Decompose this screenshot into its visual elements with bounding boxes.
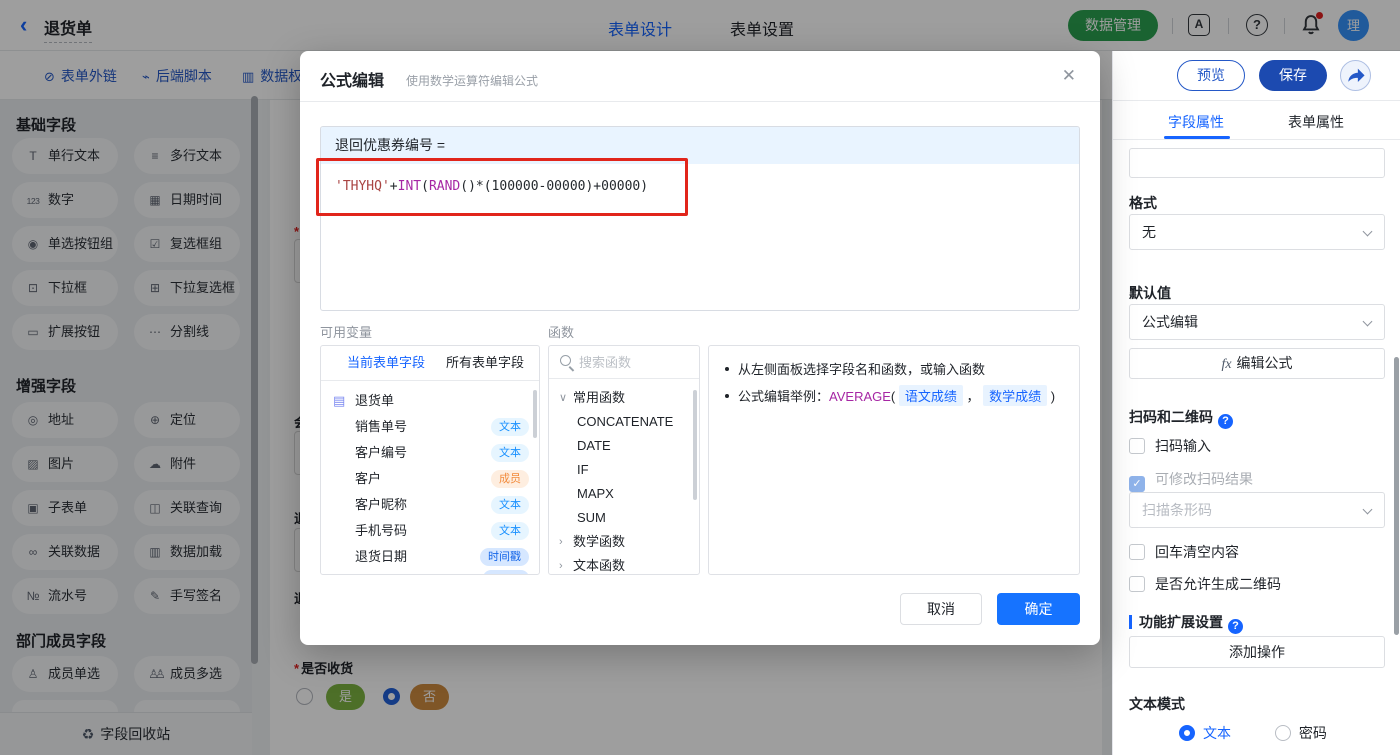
properties-panel: 预览 保存 字段属性 表单属性 格式 无 默认值 公式编辑 fx 编辑公式 扫码和… [1112,51,1400,755]
modal-overlay [0,0,1400,51]
checkbox-editable-scan-result[interactable]: ✓ 可修改扫码结果 [1129,470,1253,492]
chevron-down-icon [1362,316,1373,327]
type-badge: 文本 [491,522,529,540]
variables-label: 可用变量 [320,325,373,340]
search-icon [560,355,571,366]
share-arrow-icon [1348,68,1365,83]
checkbox-scan-input[interactable]: 扫码输入 [1129,437,1211,457]
panel-scrollbar[interactable] [1394,51,1399,755]
type-badge: 时间戳 [480,548,529,566]
confirm-button[interactable]: 确定 [997,593,1080,625]
edit-formula-button[interactable]: fx 编辑公式 [1129,348,1385,379]
function-item[interactable]: CONCATENATE [549,410,699,434]
checkbox[interactable] [1129,438,1145,454]
checkbox-checked[interactable]: ✓ [1129,476,1145,492]
chevron-down-icon [1362,226,1373,237]
function-group-text[interactable]: › 文本函数 [549,554,699,574]
type-badge: 文本 [491,418,529,436]
function-item[interactable]: IF [549,458,699,482]
variable-row[interactable]: 客户编号 文本 [321,440,539,466]
fx-icon: fx [1221,357,1232,372]
radio-password-mode[interactable] [1274,725,1291,741]
type-badge: 文本 [491,444,529,462]
help-panel: 从左侧面板选择字段名和函数，或输入函数 公式编辑举例：AVERAGE( 语文成绩… [708,345,1080,575]
functions-scrollbar-thumb[interactable] [693,390,697,500]
scan-section-title: 扫码和二维码? [1129,407,1233,429]
help-line-1: 从左侧面板选择字段名和函数，或输入函数 [725,359,985,378]
extension-section-title: 功能扩展设置? [1129,612,1243,634]
example-chip: 语文成绩 [898,385,963,406]
modal-subtitle: 使用数学运算符编辑公式 [406,74,539,88]
functions-label: 函数 [548,325,575,340]
example-chip: 数学成绩 [983,385,1048,406]
checkbox[interactable] [1129,544,1145,560]
text-mode-label: 文本模式 [1129,696,1185,712]
function-search [549,346,699,378]
modal-title: 公式编辑 [320,73,385,90]
question-icon[interactable]: ? [1228,619,1243,634]
type-badge: 文本 [491,496,529,514]
tab-current-form-fields[interactable]: 当前表单字段 [347,346,425,380]
variable-row[interactable]: 手机号码 文本 [321,518,539,544]
title-input[interactable] [1129,148,1385,178]
tab-form-properties[interactable]: 表单属性 [1288,112,1344,132]
checkbox[interactable] [1129,576,1145,592]
share-button[interactable] [1340,60,1371,91]
type-badge-clipped [483,570,529,574]
scan-mode-select: 扫描条形码 [1129,492,1385,528]
bullet-icon [725,367,729,371]
function-group-common[interactable]: ∨ 常用函数 [549,386,699,410]
checkbox-enter-clear[interactable]: 回车清空内容 [1129,543,1239,563]
bullet-icon [725,394,729,398]
function-item[interactable]: DATE [549,434,699,458]
variable-row[interactable]: 销售单号 文本 [321,414,539,440]
variable-tree-root[interactable]: ▤ 退货单 [321,388,539,414]
variables-scrollbar-thumb[interactable] [533,390,537,438]
text-mode-radios: 文本 密码 [1179,723,1327,743]
checkbox-allow-qrcode[interactable]: 是否允许生成二维码 [1129,575,1281,595]
variable-row[interactable]: 客户 成员 [321,466,539,492]
formula-expression[interactable]: 'THYHQ'+INT(RAND()*(100000-00000)+00000) [335,179,648,194]
default-value-label: 默认值 [1129,285,1171,301]
close-icon[interactable]: ✕ [1062,66,1076,86]
function-item[interactable]: SUM [549,506,699,530]
chevron-down-icon [1362,504,1373,515]
preview-button[interactable]: 预览 [1177,60,1245,91]
divider [1113,100,1400,101]
save-button[interactable]: 保存 [1259,60,1327,91]
question-icon[interactable]: ? [1218,414,1233,429]
format-label: 格式 [1129,195,1157,211]
divider [549,378,699,379]
divider [1113,139,1400,140]
panel-scrollbar-thumb[interactable] [1394,357,1399,635]
radio-text-mode[interactable] [1179,725,1195,741]
variable-row[interactable]: 客户昵称 文本 [321,492,539,518]
search-input[interactable] [579,350,691,374]
function-group-math[interactable]: › 数学函数 [549,530,699,554]
chevron-right-icon: › [559,536,563,548]
tab-all-form-fields[interactable]: 所有表单字段 [446,346,524,380]
formula-edit-modal: 公式编辑 使用数学运算符编辑公式 ✕ 退回优惠券编号 = 'THYHQ'+INT… [300,51,1100,645]
formula-target-label: 退回优惠券编号 = [321,127,1079,164]
format-select[interactable]: 无 [1129,214,1385,250]
chevron-right-icon: › [559,560,563,572]
help-line-2: 公式编辑举例：AVERAGE( 语文成绩 ， 数学成绩 ) [725,385,1055,406]
file-icon: ▤ [333,393,346,408]
formula-editor: 退回优惠券编号 = 'THYHQ'+INT(RAND()*(100000-000… [320,126,1080,311]
variable-row[interactable]: 退货日期 时间戳 [321,544,539,570]
divider [321,380,539,381]
app-root: ‹ 退货单 表单设计 表单设置 数据管理 A ? 理 ⊘ 表单外链 ⌁ 后端脚本 ▥… [0,0,1400,755]
add-action-button[interactable]: 添加操作 [1129,636,1385,668]
cancel-button[interactable]: 取消 [900,593,982,625]
section-bar [1129,615,1132,629]
function-item[interactable]: MAPX [549,482,699,506]
divider [300,101,1100,102]
chevron-down-icon: ∨ [559,392,568,404]
type-badge: 成员 [491,470,529,488]
tab-field-properties[interactable]: 字段属性 [1168,112,1224,132]
default-value-select[interactable]: 公式编辑 [1129,304,1385,340]
variables-panel: 当前表单字段 所有表单字段 ▤ 退货单 销售单号 文本 客户编号 文本 客户 成员 客户… [320,345,540,575]
functions-panel: ∨常用函数 CONCATENATE DATE IF MAPX SUM ›数学函数… [548,345,700,575]
